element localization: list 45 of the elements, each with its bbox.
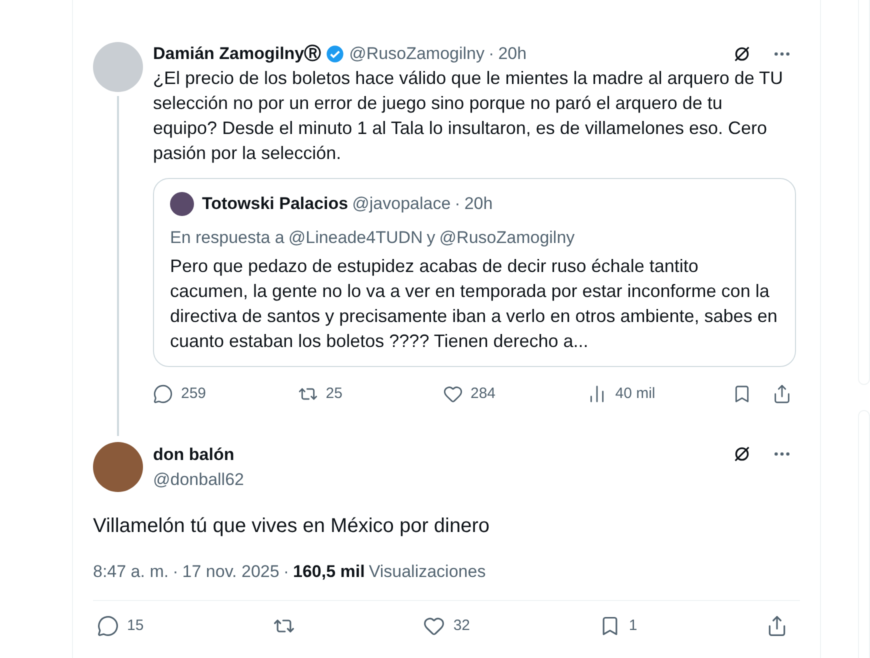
separator-dot: · [172, 560, 178, 582]
share-icon [772, 384, 792, 404]
post-date[interactable]: 17 nov. 2025 [182, 558, 280, 584]
quote-time: 20h [464, 193, 493, 215]
reply-button[interactable] [97, 615, 119, 638]
separator-dot: · [283, 560, 289, 582]
separator-dot: · [488, 43, 494, 66]
mentioned-handle: @Lineade4TUDN [288, 226, 423, 248]
separator-dot: · [454, 193, 460, 215]
author-name[interactable]: don balón [153, 442, 234, 467]
like-count: 284 [470, 384, 496, 404]
reply-button[interactable] [153, 384, 173, 404]
quote-author: Totowski Palacios [202, 193, 348, 215]
post-time[interactable]: 20h [498, 41, 527, 67]
post-text: ¿El precio de los boletos hace válido que le mientes la madre al arquero de TU selección no por un error de juego sino porque no paró el arquero de tu equipo? Desde el minuto 1 al Tala lo insultaron, es de villamelones eso. Cero pasión por la selección. [153, 67, 784, 165]
reply-icon [153, 384, 173, 404]
views-count: 160,5 mil [293, 560, 365, 582]
views-label: Visualizaciones [368, 560, 486, 582]
reply-icon [97, 615, 119, 638]
quote-text: Pero que pedazo de estupidez acabas de decir ruso échale tantito cacumen, la gente no lo va a ver en temporada por estar inconforme con la directiva de santos y precisamente iban a verlo en otros ambiente, sabes en cuanto estaban los boletos ???? Tienen derecho a... [170, 255, 778, 353]
post-text: Villamelón tú que vives en México por dinero [93, 514, 491, 538]
author-handle[interactable]: @donball62 [153, 467, 800, 492]
quote-handle: @javopalace [352, 193, 451, 215]
mentioned-handle: @RusoZamogilny [439, 226, 575, 248]
like-button[interactable] [423, 615, 446, 638]
like-icon [442, 384, 462, 404]
like-icon [423, 615, 446, 638]
like-count: 32 [453, 616, 470, 636]
grok-icon[interactable] [732, 44, 752, 64]
bookmark-count: 1 [628, 616, 638, 636]
post-time[interactable]: 8:47 a. m. [93, 558, 169, 584]
reply-count: 15 [127, 616, 144, 636]
quote-avatar [170, 192, 194, 216]
reply-context: En respuesta a [170, 226, 284, 248]
views-count: 40 mil [615, 384, 656, 404]
reply-count: 259 [181, 384, 206, 404]
author-name[interactable]: Damián Zamogilny [153, 41, 304, 67]
registered-mark-label: Ⓡ [304, 43, 322, 66]
share-button[interactable] [772, 384, 792, 404]
author-handle[interactable]: @RusoZamogilny [349, 41, 485, 67]
repost-count: 25 [326, 384, 342, 404]
reply-context-joiner: y [426, 226, 436, 248]
quoted-post-card[interactable] [153, 178, 796, 367]
like-button[interactable] [442, 384, 462, 404]
avatar[interactable] [93, 442, 143, 492]
